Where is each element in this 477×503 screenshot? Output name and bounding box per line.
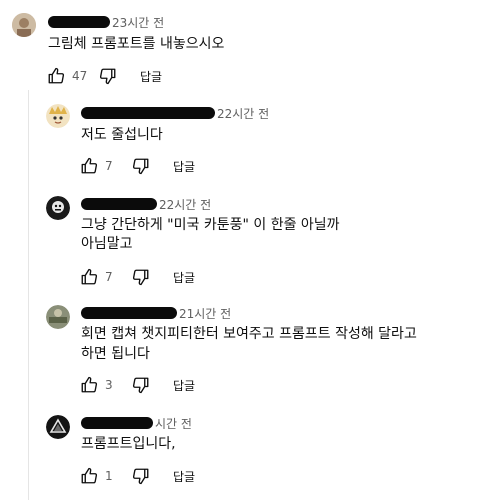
comment-timestamp[interactable]: 22시간 전: [159, 196, 211, 213]
thumb-up-icon[interactable]: [79, 375, 99, 395]
comment-text: 그림체 프롬포트를 내놓으시오: [48, 36, 225, 52]
comment-text-line: 그냥 간단하게 "미국 카툰풍" 이 한줄 아닐까: [81, 217, 340, 233]
comment-header: 시간 전: [81, 415, 192, 431]
like-count: 3: [105, 378, 113, 392]
reply-button[interactable]: 답글: [173, 377, 195, 394]
avatar[interactable]: [46, 196, 70, 220]
like-count: 1: [105, 469, 113, 483]
avatar[interactable]: [46, 305, 70, 329]
reply-button[interactable]: 답글: [140, 68, 162, 85]
comment-header: 22시간 전: [81, 105, 269, 121]
thumb-down-icon[interactable]: [131, 267, 151, 287]
comment-text-line: 아님말고: [81, 236, 133, 252]
avatar[interactable]: [46, 104, 70, 128]
reply-thread-line: [28, 90, 29, 500]
redacted-username: [48, 16, 110, 28]
thumb-down-icon[interactable]: [131, 375, 151, 395]
like-count: 7: [105, 159, 113, 173]
comment-text-line: 하면 됩니다: [81, 346, 150, 362]
comment-timestamp[interactable]: 시간 전: [155, 415, 192, 432]
thumb-up-icon[interactable]: [79, 267, 99, 287]
comment-actions: 3 답글: [79, 373, 195, 397]
like-count: 7: [105, 270, 113, 284]
comment-actions: 1 답글: [79, 464, 195, 488]
comment-timestamp[interactable]: 22시간 전: [217, 105, 269, 122]
comment-text: 저도 줄섭니다: [81, 127, 163, 143]
avatar[interactable]: [46, 415, 70, 439]
comment-timestamp[interactable]: 21시간 전: [179, 305, 231, 322]
avatar[interactable]: [12, 13, 36, 37]
comment-header: 21시간 전: [81, 305, 231, 321]
thumb-up-icon[interactable]: [46, 66, 66, 86]
thumb-up-icon[interactable]: [79, 466, 99, 486]
reply-button[interactable]: 답글: [173, 269, 195, 286]
redacted-username: [81, 107, 215, 119]
redacted-username: [81, 417, 153, 429]
reply-button[interactable]: 답글: [173, 468, 195, 485]
comment-timestamp[interactable]: 23시간 전: [112, 14, 164, 31]
comment-header: 23시간 전: [48, 14, 164, 30]
comment-header: 22시간 전: [81, 196, 211, 212]
comment-actions: 47 답글: [46, 64, 162, 88]
thumb-down-icon[interactable]: [131, 156, 151, 176]
comment-text: 프롬프트입니다,: [81, 436, 176, 452]
thumb-down-icon[interactable]: [131, 466, 151, 486]
redacted-username: [81, 198, 157, 210]
comment-actions: 7 답글: [79, 265, 195, 289]
like-count: 47: [72, 69, 88, 83]
redacted-username: [81, 307, 177, 319]
thumb-up-icon[interactable]: [79, 156, 99, 176]
comment-actions: 7 답글: [79, 154, 195, 178]
reply-button[interactable]: 답글: [173, 158, 195, 175]
comment-text-line: 회면 캡쳐 챗지피티한터 보여주고 프롬프트 작성해 달라고: [81, 326, 417, 342]
thumb-down-icon[interactable]: [98, 66, 118, 86]
